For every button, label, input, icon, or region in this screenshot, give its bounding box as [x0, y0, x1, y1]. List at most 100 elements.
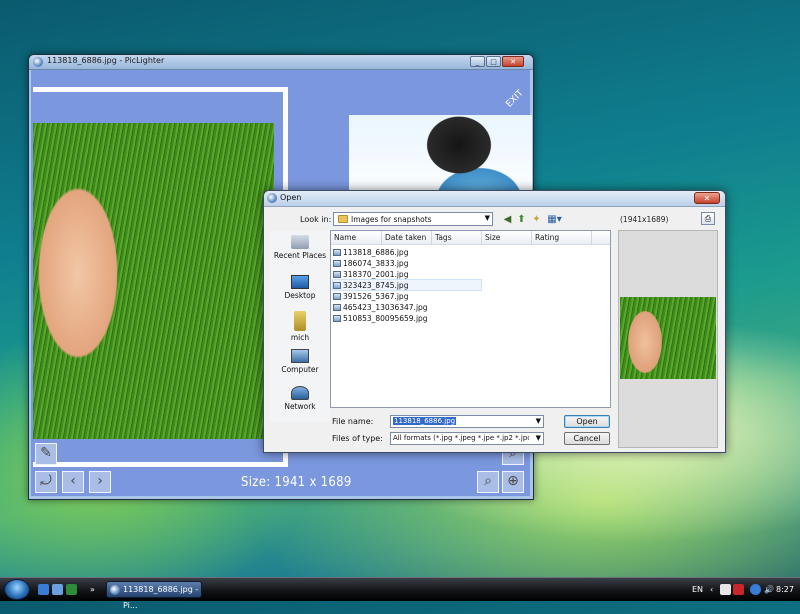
chevron-down-icon[interactable]: ▼: [536, 434, 541, 442]
recent-places-icon: [291, 235, 309, 249]
image-file-icon: [333, 248, 341, 256]
main-photo: [33, 123, 274, 439]
column-header-date-taken[interactable]: Date taken: [385, 233, 426, 242]
column-header-rating[interactable]: Rating: [535, 233, 559, 242]
clock[interactable]: 8:27: [776, 585, 794, 594]
file-row[interactable]: 318370_2001.jpg: [333, 269, 408, 279]
files-of-type-label: Files of type:: [332, 434, 383, 443]
tray-app-icon[interactable]: [720, 584, 731, 595]
exit-button[interactable]: EXIT: [504, 88, 525, 109]
column-header-name[interactable]: Name: [334, 233, 356, 242]
place-mich[interactable]: mich: [270, 311, 330, 342]
file-name: 186074_3833.jpg: [343, 258, 409, 268]
column-separator: [481, 231, 482, 244]
computer-icon: [291, 349, 309, 363]
file-name: 113818_6886.jpg: [343, 247, 409, 257]
column-separator: [591, 231, 592, 244]
place-desktop[interactable]: Desktop: [270, 275, 330, 300]
taskbar-piclighter-button[interactable]: 113818_6886.jpg - Pi...: [106, 581, 202, 610]
image-file-icon: [333, 270, 341, 278]
file-name: 465423_13036347.jpg: [343, 302, 428, 312]
preview-thumbnail: [620, 297, 716, 379]
image-file-icon: [333, 292, 341, 300]
file-name: 318370_2001.jpg: [343, 269, 409, 279]
edit-pen-icon[interactable]: ✎: [35, 443, 57, 465]
previous-arrow-icon[interactable]: ‹: [62, 471, 84, 493]
quicklaunch-desktop-icon[interactable]: [52, 584, 63, 595]
open-dialog: Open ✕ Look in: Images for snapshots ▼ ◀…: [263, 190, 726, 453]
chevron-down-icon[interactable]: ▼: [536, 417, 541, 425]
chevron-down-icon: ▼: [484, 214, 490, 222]
start-button[interactable]: [4, 579, 30, 600]
file-name-value: 113818_6886.jpg: [393, 417, 457, 425]
desktop-icon: [291, 275, 309, 289]
quicklaunch-expand-icon[interactable]: »: [90, 585, 95, 594]
network-icon: [291, 386, 309, 400]
dialog-titlebar[interactable]: Open ✕: [264, 191, 725, 207]
file-name-field[interactable]: 113818_6886.jpg ▼: [390, 415, 544, 428]
quicklaunch-ie-icon[interactable]: [38, 584, 49, 595]
minimize-button[interactable]: _: [470, 56, 485, 67]
preview-toggle-button[interactable]: ⎙: [701, 212, 715, 225]
file-row[interactable]: 465423_13036347.jpg: [333, 302, 428, 312]
column-separator: [431, 231, 432, 244]
column-header-size[interactable]: Size: [485, 233, 500, 242]
dialog-close-button[interactable]: ✕: [694, 192, 720, 204]
place-label: Desktop: [284, 291, 316, 300]
preview-dimensions: (1941x1689): [620, 215, 669, 224]
file-name-label: File name:: [332, 417, 374, 426]
image-file-icon: [333, 281, 341, 289]
column-header-tags[interactable]: Tags: [435, 233, 452, 242]
place-label: mich: [290, 333, 310, 342]
image-file-icon: [333, 259, 341, 267]
piclighter-window-title: 113818_6886.jpg - PicLighter: [47, 56, 165, 65]
file-name: 391526_5367.jpg: [343, 291, 409, 301]
dialog-app-icon: [267, 193, 277, 203]
network-tray-icon[interactable]: [750, 584, 761, 595]
file-row[interactable]: 113818_6886.jpg: [333, 247, 408, 257]
place-computer[interactable]: Computer: [270, 349, 330, 374]
place-network[interactable]: Network: [270, 386, 330, 411]
piclighter-app-icon: [33, 57, 43, 67]
dialog-title: Open: [280, 193, 302, 202]
look-in-value: Images for snapshots: [351, 215, 432, 224]
views-menu-icon[interactable]: ▦▾: [546, 214, 563, 225]
maximize-button[interactable]: □: [486, 56, 501, 67]
place-recent-places[interactable]: Recent Places: [270, 235, 330, 260]
new-folder-icon[interactable]: ✦: [531, 214, 542, 225]
file-row[interactable]: 510853_80095659.jpg: [333, 313, 428, 323]
file-list-header: Name Date taken Tags Size Rating: [331, 231, 610, 245]
taskbar: » 113818_6886.jpg - Pi... EN ‹ 🔊 8:27: [0, 577, 800, 610]
next-arrow-icon[interactable]: ›: [89, 471, 111, 493]
file-list[interactable]: Name Date taken Tags Size Rating 113818_…: [330, 230, 611, 408]
close-button[interactable]: ✕: [502, 56, 524, 67]
volume-icon[interactable]: 🔊: [764, 585, 774, 594]
rotate-icon[interactable]: ⤾: [35, 471, 57, 493]
file-row[interactable]: 323423_8745.jpg: [332, 279, 482, 291]
language-indicator[interactable]: EN: [692, 585, 703, 594]
file-name: 323423_8745.jpg: [343, 280, 409, 290]
files-of-type-select[interactable]: All formats (*.jpg *.jpeg *.jpe *.jp2 *.…: [390, 432, 544, 445]
look-in-combo[interactable]: Images for snapshots ▼: [333, 212, 493, 226]
file-row[interactable]: 186074_3833.jpg: [333, 258, 408, 268]
quicklaunch-app-icon[interactable]: [66, 584, 77, 595]
back-arrow-icon[interactable]: ◀: [502, 214, 513, 225]
zoom-in-icon[interactable]: ⊕: [502, 471, 524, 493]
file-row[interactable]: 391526_5367.jpg: [333, 291, 408, 301]
tray-antivirus-icon[interactable]: [733, 584, 744, 595]
column-separator: [381, 231, 382, 244]
cancel-button[interactable]: Cancel: [564, 432, 610, 445]
zoom-out-icon[interactable]: ⌕: [477, 471, 499, 493]
piclighter-titlebar[interactable]: 113818_6886.jpg - PicLighter _ □ ✕: [29, 55, 533, 70]
tray-expand-icon[interactable]: ‹: [710, 585, 713, 594]
places-bar: Recent Places Desktop mich Computer Netw…: [270, 231, 330, 421]
file-name: 510853_80095659.jpg: [343, 313, 428, 323]
place-label: Network: [284, 402, 316, 411]
place-label: Recent Places: [273, 251, 327, 260]
look-in-label: Look in:: [300, 215, 332, 224]
up-folder-icon[interactable]: ⬆: [516, 214, 527, 225]
image-file-icon: [333, 314, 341, 322]
open-button[interactable]: Open: [564, 415, 610, 428]
files-of-type-value: All formats (*.jpg *.jpeg *.jpe *.jp2 *.…: [393, 434, 529, 442]
user-folder-icon: [294, 311, 306, 331]
